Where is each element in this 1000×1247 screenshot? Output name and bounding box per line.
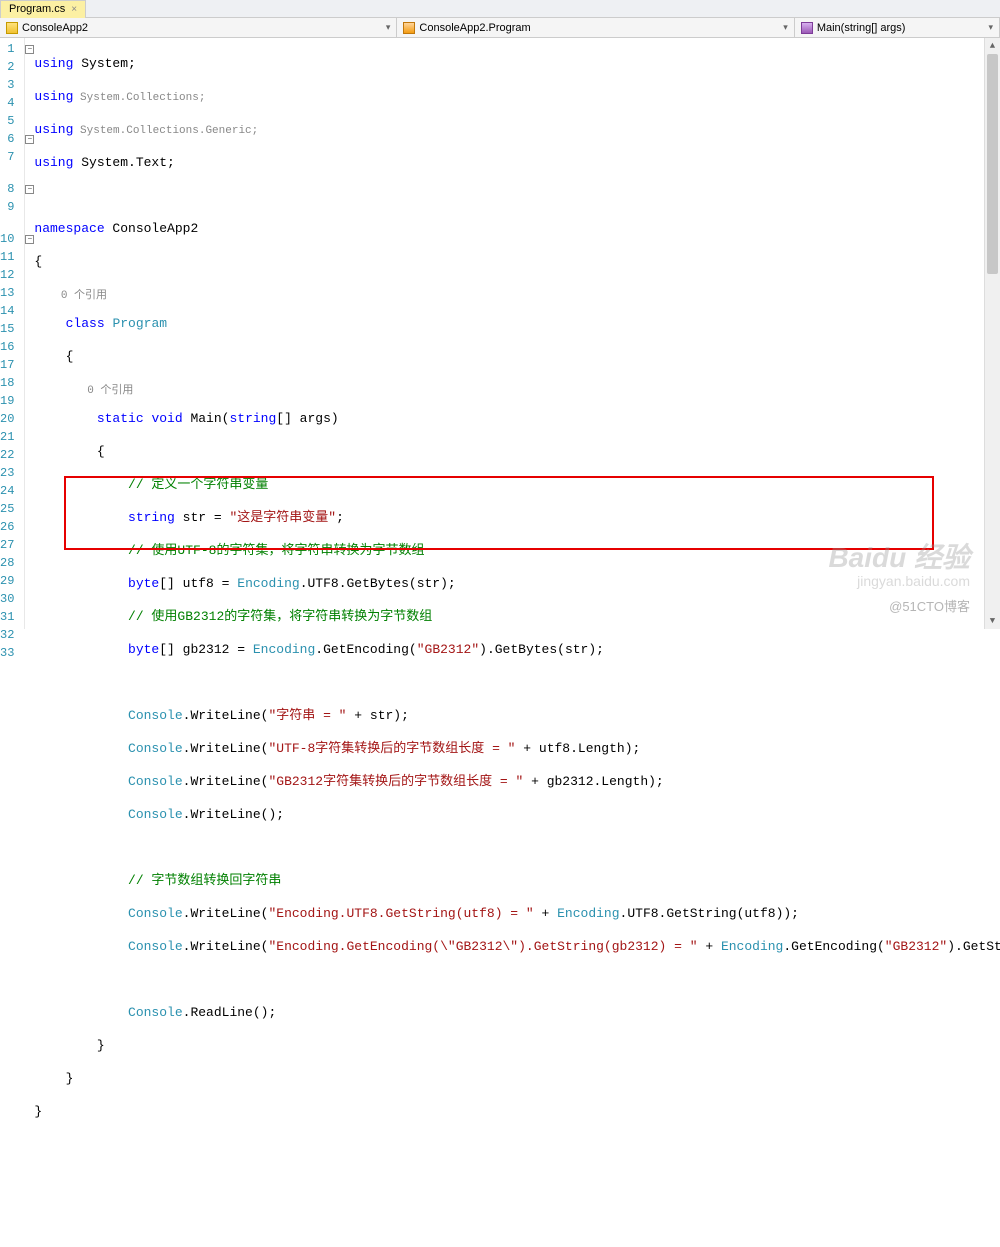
code-line: Console.WriteLine("字符串 = " + str); bbox=[34, 707, 1000, 725]
tab-title: Program.cs bbox=[9, 3, 65, 15]
scroll-up-icon[interactable]: ▲ bbox=[985, 38, 1000, 54]
breadcrumb-method[interactable]: Main(string[] args) ▾ bbox=[795, 18, 1000, 37]
code-line: using System.Collections; bbox=[34, 88, 1000, 106]
line-number-gutter: 1234567891011121314151617181920212223242… bbox=[0, 38, 25, 629]
code-line: // 使用GB2312的字符集，将字符串转换为字节数组 bbox=[34, 608, 1000, 626]
breadcrumb-label: Main(string[] args) bbox=[817, 22, 906, 34]
breadcrumb-class[interactable]: ConsoleApp2.Program ▾ bbox=[397, 18, 794, 37]
breadcrumb-project[interactable]: ConsoleApp2 ▾ bbox=[0, 18, 397, 37]
code-line: { bbox=[34, 253, 1000, 271]
breadcrumb-label: ConsoleApp2 bbox=[22, 22, 88, 34]
fold-toggle[interactable]: − bbox=[25, 185, 34, 194]
code-line: // 使用UTF-8的字符集，将字符串转换为字节数组 bbox=[34, 542, 1000, 560]
file-tab[interactable]: Program.cs × bbox=[0, 0, 86, 18]
project-icon bbox=[6, 22, 18, 34]
code-line: // 字节数组转换回字符串 bbox=[34, 872, 1000, 890]
code-line: } bbox=[34, 1103, 1000, 1121]
close-icon[interactable]: × bbox=[71, 4, 77, 15]
method-icon bbox=[801, 22, 813, 34]
code-line: Console.WriteLine("Encoding.UTF8.GetStri… bbox=[34, 905, 1000, 923]
code-line: string str = "这是字符串变量"; bbox=[34, 509, 1000, 527]
scrollbar-thumb[interactable] bbox=[987, 54, 998, 274]
code-line: Console.WriteLine("UTF-8字符集转换后的字节数组长度 = … bbox=[34, 740, 1000, 758]
code-line: byte[] gb2312 = Encoding.GetEncoding("GB… bbox=[34, 641, 1000, 659]
breadcrumb-bar: ConsoleApp2 ▾ ConsoleApp2.Program ▾ Main… bbox=[0, 18, 1000, 38]
fold-column: − − − − bbox=[25, 38, 34, 629]
scroll-down-icon[interactable]: ▼ bbox=[985, 613, 1000, 629]
class-icon bbox=[403, 22, 415, 34]
code-line bbox=[34, 839, 1000, 857]
breadcrumb-label: ConsoleApp2.Program bbox=[419, 22, 530, 34]
chevron-down-icon: ▾ bbox=[783, 22, 788, 33]
code-line: byte[] utf8 = Encoding.UTF8.GetBytes(str… bbox=[34, 575, 1000, 593]
tab-bar: Program.cs × bbox=[0, 0, 1000, 18]
fold-toggle[interactable]: − bbox=[25, 135, 34, 144]
vertical-scrollbar[interactable]: ▲ ▼ bbox=[984, 38, 1000, 629]
code-line: // 定义一个字符串变量 bbox=[34, 476, 1000, 494]
code-line: } bbox=[34, 1037, 1000, 1055]
code-line bbox=[34, 1169, 1000, 1187]
code-line: Console.WriteLine("GB2312字符集转换后的字节数组长度 =… bbox=[34, 773, 1000, 791]
code-line: Console.WriteLine("Encoding.GetEncoding(… bbox=[34, 938, 1000, 956]
code-line: Console.ReadLine(); bbox=[34, 1004, 1000, 1022]
code-editor[interactable]: 1234567891011121314151617181920212223242… bbox=[0, 38, 1000, 629]
code-line: Console.WriteLine(); bbox=[34, 806, 1000, 824]
code-line bbox=[34, 971, 1000, 989]
code-line: { bbox=[34, 443, 1000, 461]
credit-text: @51CTO博客 bbox=[889, 596, 970, 615]
fold-toggle[interactable]: − bbox=[25, 235, 34, 244]
code-line: using System.Text; bbox=[34, 154, 1000, 172]
code-area[interactable]: using System; using System.Collections; … bbox=[34, 38, 1000, 629]
code-line: static void Main(string[] args) bbox=[34, 410, 1000, 428]
code-line bbox=[34, 1136, 1000, 1154]
code-line: class Program bbox=[34, 315, 1000, 333]
chevron-down-icon: ▾ bbox=[386, 22, 391, 33]
code-line: namespace ConsoleApp2 bbox=[34, 220, 1000, 238]
code-line: using System.Collections.Generic; bbox=[34, 121, 1000, 139]
code-line bbox=[34, 187, 1000, 205]
code-line: { bbox=[34, 348, 1000, 366]
fold-toggle[interactable]: − bbox=[25, 45, 34, 54]
code-line bbox=[34, 674, 1000, 692]
codelens: 0 个引用 bbox=[34, 381, 1000, 395]
code-line: using System; bbox=[34, 55, 1000, 73]
chevron-down-icon: ▾ bbox=[988, 22, 993, 33]
codelens: 0 个引用 bbox=[34, 286, 1000, 300]
code-line: } bbox=[34, 1070, 1000, 1088]
